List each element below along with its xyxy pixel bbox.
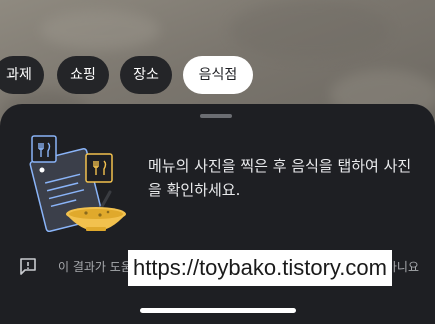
- category-chips: 과제 쇼핑 장소 음식점: [0, 56, 435, 94]
- chip-shopping[interactable]: 쇼핑: [57, 56, 109, 94]
- chip-assignment[interactable]: 과제: [0, 56, 44, 94]
- bottom-sheet: 메뉴의 사진을 찍은 후 음식을 탭하여 사진을 확인하세요. 이 결과가 도움…: [0, 104, 435, 324]
- sheet-drag-handle[interactable]: [200, 114, 232, 118]
- watermark-url: https://toybako.tistory.com: [128, 250, 392, 286]
- menu-food-illustration: [29, 135, 126, 232]
- chip-restaurants[interactable]: 음식점: [183, 56, 253, 94]
- instruction-text: 메뉴의 사진을 찍은 후 음식을 탭하여 사진을 확인하세요.: [148, 157, 412, 199]
- home-indicator[interactable]: [140, 308, 296, 313]
- chip-places[interactable]: 장소: [120, 56, 172, 94]
- feedback-icon[interactable]: [18, 256, 38, 276]
